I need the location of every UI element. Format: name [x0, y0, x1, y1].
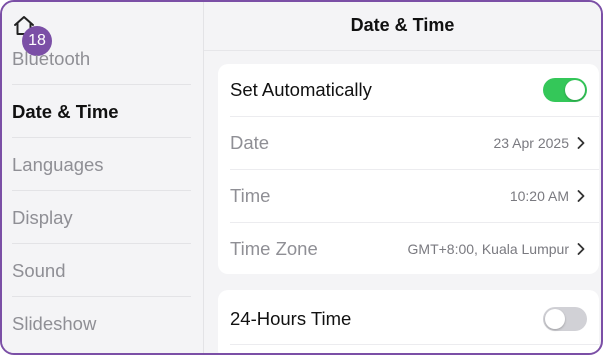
time-zone-row[interactable]: Time Zone GMT+8:00, Kuala Lumpur — [230, 223, 599, 275]
date-value: 23 Apr 2025 — [493, 135, 569, 151]
sidebar-item-date-time[interactable]: Date & Time — [12, 85, 191, 138]
time-value: 10:20 AM — [509, 188, 569, 204]
time-zone-label: Time Zone — [230, 238, 318, 259]
24-hours-time-row: 24-Hours Time — [230, 290, 599, 345]
set-automatically-label: Set Automatically — [230, 79, 372, 100]
toggle-knob — [565, 80, 585, 100]
toggle-knob — [545, 309, 565, 329]
sidebar-list: Bluetooth Date & Time Languages Display … — [2, 48, 203, 350]
sidebar-item-slideshow[interactable]: Slideshow — [12, 297, 191, 350]
date-row[interactable]: Date 23 Apr 2025 — [230, 117, 599, 170]
time-zone-value: GMT+8:00, Kuala Lumpur — [407, 241, 569, 257]
sidebar-item-display[interactable]: Display — [12, 191, 191, 244]
page-header: Date & Time — [204, 2, 601, 51]
date-time-settings-card: Set Automatically Date 23 Apr 2025 Time … — [218, 64, 599, 274]
app-frame: 18 Bluetooth Date & Time Languages Displ… — [0, 0, 603, 355]
time-format-card: 24-Hours Time — [218, 290, 599, 353]
set-automatically-toggle[interactable] — [543, 78, 587, 102]
time-row[interactable]: Time 10:20 AM — [230, 170, 599, 223]
chevron-right-icon — [577, 190, 585, 202]
page-title: Date & Time — [350, 15, 455, 35]
24-hours-time-toggle[interactable] — [543, 307, 587, 331]
sidebar-item-bluetooth[interactable]: Bluetooth — [12, 32, 191, 85]
time-label: Time — [230, 185, 271, 206]
sidebar-item-sound[interactable]: Sound — [12, 244, 191, 297]
date-label: Date — [230, 132, 270, 153]
chevron-right-icon — [577, 137, 585, 149]
sidebar: 18 Bluetooth Date & Time Languages Displ… — [2, 2, 204, 353]
24-hours-time-label: 24-Hours Time — [230, 308, 352, 329]
sidebar-item-languages[interactable]: Languages — [12, 138, 191, 191]
chevron-right-icon — [577, 243, 585, 255]
set-automatically-row: Set Automatically — [230, 64, 599, 117]
